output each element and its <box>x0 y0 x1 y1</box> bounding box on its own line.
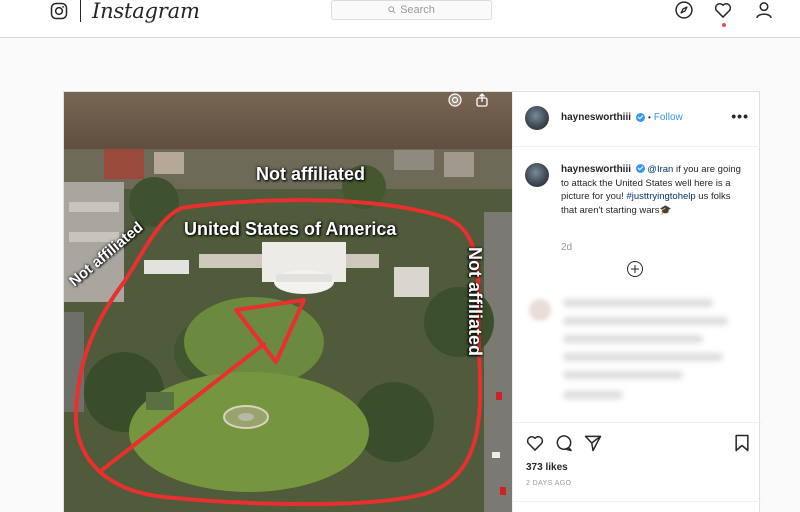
more-options-icon[interactable]: ••• <box>731 108 749 124</box>
blurred-line <box>563 371 683 379</box>
blurred-line <box>563 353 723 361</box>
post-card: Not affiliated United States of America … <box>63 91 762 512</box>
compass-icon[interactable] <box>674 0 694 20</box>
search-placeholder: Search <box>400 4 435 16</box>
blurred-line <box>563 299 713 307</box>
profile-icon[interactable] <box>754 0 774 20</box>
blurred-comment <box>519 287 755 417</box>
post-header: haynesworthiii • Follow ••• <box>513 92 761 147</box>
post-caption: haynesworthiii @Iran if you are going to… <box>561 163 746 217</box>
post-actions: 373 likes 2 DAYS AGO <box>513 422 762 512</box>
blurred-line <box>563 391 623 399</box>
mention-link[interactable]: @Iran <box>647 164 673 175</box>
dot-separator: • <box>648 113 651 122</box>
hashtag-link[interactable]: #justtryingtohelp <box>626 191 695 202</box>
avatar[interactable] <box>525 106 549 130</box>
caption-timestamp: 2d <box>561 242 573 253</box>
caption-avatar[interactable] <box>525 163 549 187</box>
post-timestamp: 2 DAYS AGO <box>526 480 572 487</box>
username-link[interactable]: haynesworthiii <box>561 112 631 123</box>
bookmark-icon[interactable] <box>732 433 752 453</box>
top-nav: Instagram Search <box>0 0 800 38</box>
annotation-center: United States of America <box>184 219 397 239</box>
post-side-panel: haynesworthiii • Follow ••• haynesworthi… <box>512 92 762 512</box>
notification-dot <box>722 23 726 27</box>
instagram-wordmark[interactable]: Instagram <box>92 0 200 23</box>
blurred-avatar <box>529 299 551 321</box>
heart-icon[interactable] <box>713 0 733 20</box>
instagram-icon[interactable] <box>50 2 68 20</box>
verified-badge-icon <box>635 164 645 173</box>
white-house-aerial-image <box>64 92 512 512</box>
search-lens-icon[interactable] <box>447 92 463 108</box>
like-heart-icon[interactable] <box>525 433 545 453</box>
search-input[interactable]: Search <box>331 0 492 20</box>
post-author: haynesworthiii • Follow <box>561 112 683 123</box>
share-icon[interactable] <box>474 92 490 108</box>
post-photo[interactable]: Not affiliated United States of America … <box>64 92 512 512</box>
comment-icon[interactable] <box>554 433 574 453</box>
blurred-line <box>563 335 703 343</box>
search-icon <box>388 6 396 14</box>
follow-button[interactable]: Follow <box>654 112 683 123</box>
annotation-right: Not affiliated <box>465 247 485 357</box>
load-more-comments-icon[interactable] <box>626 260 644 278</box>
send-icon[interactable] <box>583 433 603 453</box>
blurred-line <box>563 317 728 325</box>
divider <box>513 501 762 502</box>
verified-badge-icon <box>636 113 646 122</box>
nav-divider <box>80 0 81 22</box>
likes-count[interactable]: 373 likes <box>526 462 568 473</box>
caption-username[interactable]: haynesworthiii <box>561 164 631 175</box>
annotation-top: Not affiliated <box>256 164 366 184</box>
